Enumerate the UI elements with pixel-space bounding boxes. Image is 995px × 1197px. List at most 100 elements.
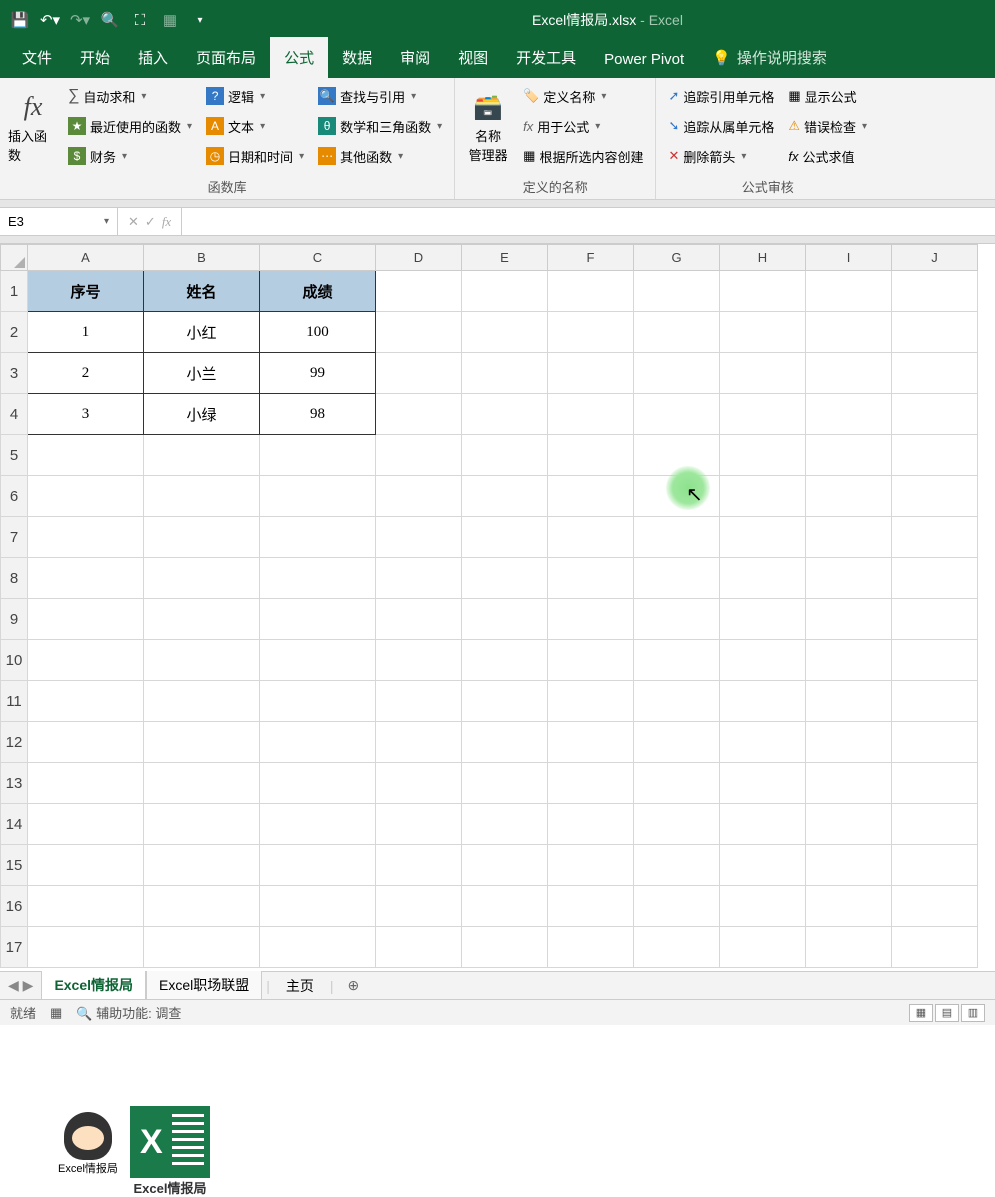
show-formulas-button[interactable]: ▦显示公式 [784, 82, 871, 110]
tab-view[interactable]: 视图 [444, 37, 502, 78]
trace-dependents-button[interactable]: ➘追踪从属单元格 [664, 112, 778, 140]
name-manager-button[interactable]: 🗃️ 名称 管理器 [463, 82, 513, 174]
tab-home[interactable]: 开始 [66, 37, 124, 78]
col-H[interactable]: H [720, 245, 806, 271]
group-label-names: 定义的名称 [463, 174, 647, 199]
page-layout-view-button[interactable]: ▤ [935, 1004, 959, 1022]
logical-icon: ? [206, 87, 224, 105]
lookup-icon: 🔍 [318, 87, 336, 105]
insert-function-button[interactable]: fx 插入函数 [8, 82, 58, 174]
row-hdr[interactable]: 3 [1, 353, 28, 394]
col-A[interactable]: A [28, 245, 144, 271]
formula-bar: E3 ▾ ✕ ✓ fx [0, 208, 995, 236]
logical-button[interactable]: ?逻辑▾ [202, 82, 308, 110]
fx-button[interactable]: fx [162, 214, 171, 230]
tab-devtools[interactable]: 开发工具 [502, 37, 590, 78]
col-E[interactable]: E [462, 245, 548, 271]
trace-pre-icon: ➚ [668, 88, 679, 104]
data-cell[interactable]: 小兰 [144, 353, 260, 394]
use-in-formula-button[interactable]: fx用于公式▾ [519, 112, 647, 140]
row-hdr[interactable]: 2 [1, 312, 28, 353]
status-ready: 就绪 [10, 1003, 36, 1022]
data-cell[interactable]: 1 [28, 312, 144, 353]
preview-icon[interactable]: 🔍 [98, 8, 122, 32]
datetime-button[interactable]: ◷日期和时间▾ [202, 142, 308, 170]
select-all-corner[interactable] [1, 245, 28, 271]
data-cell[interactable]: 2 [28, 353, 144, 394]
tab-insert[interactable]: 插入 [124, 37, 182, 78]
header-cell[interactable]: 成绩 [260, 271, 376, 312]
error-check-button[interactable]: ⚠错误检查▾ [784, 112, 871, 140]
col-C[interactable]: C [260, 245, 376, 271]
group-label-functions: 函数库 [8, 174, 446, 199]
sigma-icon: ∑ [68, 87, 79, 105]
save-icon[interactable]: 💾 [8, 8, 32, 32]
watermark-2: Excel情报局 [130, 1106, 210, 1197]
lookup-button[interactable]: 🔍查找与引用▾ [314, 82, 446, 110]
sheet-tab[interactable]: 主页 [274, 972, 326, 1000]
tab-layout[interactable]: 页面布局 [182, 37, 270, 78]
tab-file[interactable]: 文件 [8, 37, 66, 78]
col-J[interactable]: J [892, 245, 978, 271]
group-formula-auditing: ➚追踪引用单元格 ➘追踪从属单元格 ✕删除箭头▾ ▦显示公式 ⚠错误检查▾ fx… [656, 78, 879, 199]
remove-arrows-button[interactable]: ✕删除箭头▾ [664, 142, 778, 170]
evaluate-formula-button[interactable]: fx公式求值 [784, 142, 871, 170]
warning-icon: ⚠ [788, 118, 800, 134]
col-I[interactable]: I [806, 245, 892, 271]
text-button[interactable]: A文本▾ [202, 112, 308, 140]
data-cell[interactable]: 98 [260, 394, 376, 435]
cursor-arrow-icon: ↖ [686, 482, 703, 507]
tab-data[interactable]: 数据 [328, 37, 386, 78]
tell-me-search[interactable]: 💡 操作说明搜索 [698, 37, 841, 78]
chevron-down-icon: ▾ [104, 216, 109, 227]
cancel-icon[interactable]: ✕ [128, 214, 139, 230]
fx-icon: fx [24, 92, 43, 122]
undo-icon[interactable]: ↶▾ [38, 8, 62, 32]
tab-formulas[interactable]: 公式 [270, 37, 328, 78]
formula-input[interactable] [182, 208, 995, 235]
sheet-nav[interactable]: ◀ ▶ [0, 977, 41, 994]
header-cell[interactable]: 序号 [28, 271, 144, 312]
financial-button[interactable]: $财务▾ [64, 142, 196, 170]
create-from-selection-button[interactable]: ▦根据所选内容创建 [519, 142, 647, 170]
row-hdr[interactable]: 1 [1, 271, 28, 312]
touch-icon[interactable]: ▦ [158, 8, 182, 32]
macro-record-icon[interactable]: ▦ [50, 1005, 62, 1021]
trace-precedents-button[interactable]: ➚追踪引用单元格 [664, 82, 778, 110]
recent-functions-button[interactable]: ★最近使用的函数▾ [64, 112, 196, 140]
addin-icon[interactable]: ⛶ [128, 8, 152, 32]
col-B[interactable]: B [144, 245, 260, 271]
fx-icon: fx [523, 119, 533, 134]
data-cell[interactable]: 3 [28, 394, 144, 435]
data-cell[interactable]: 小红 [144, 312, 260, 353]
autosum-button[interactable]: ∑自动求和▾ [64, 82, 196, 110]
name-manager-icon: 🗃️ [473, 93, 503, 122]
accessibility-status[interactable]: 🔍 辅助功能: 调查 [76, 1003, 181, 1022]
tab-powerpivot[interactable]: Power Pivot [590, 41, 698, 78]
row-hdr[interactable]: 4 [1, 394, 28, 435]
data-cell[interactable]: 100 [260, 312, 376, 353]
define-name-button[interactable]: 🏷️定义名称▾ [519, 82, 647, 110]
redo-icon[interactable]: ↷▾ [68, 8, 92, 32]
eval-icon: fx [788, 149, 798, 164]
col-G[interactable]: G [634, 245, 720, 271]
page-break-view-button[interactable]: ▥ [961, 1004, 985, 1022]
more-functions-button[interactable]: ⋯其他函数▾ [314, 142, 446, 170]
header-cell[interactable]: 姓名 [144, 271, 260, 312]
sheet-tab[interactable]: Excel情报局 [41, 971, 146, 1000]
tab-review[interactable]: 审阅 [386, 37, 444, 78]
customize-qa-icon[interactable]: ▾ [188, 8, 212, 32]
name-box[interactable]: E3 ▾ [0, 208, 118, 235]
confirm-icon[interactable]: ✓ [145, 214, 156, 230]
col-D[interactable]: D [376, 245, 462, 271]
sheet-tab[interactable]: Excel职场联盟 [146, 971, 262, 1000]
title-bar: 💾 ↶▾ ↷▾ 🔍 ⛶ ▦ ▾ Excel情报局.xlsx - Excel [0, 0, 995, 40]
data-cell[interactable]: 小绿 [144, 394, 260, 435]
spreadsheet-grid[interactable]: A B C D E F G H I J 1 序号 姓名 成绩 2 1 小红 10… [0, 244, 995, 968]
col-F[interactable]: F [548, 245, 634, 271]
normal-view-button[interactable]: ▦ [909, 1004, 933, 1022]
add-sheet-button[interactable]: ⊕ [338, 977, 370, 994]
data-cell[interactable]: 99 [260, 353, 376, 394]
math-button[interactable]: θ数学和三角函数▾ [314, 112, 446, 140]
avatar-icon [64, 1112, 112, 1160]
